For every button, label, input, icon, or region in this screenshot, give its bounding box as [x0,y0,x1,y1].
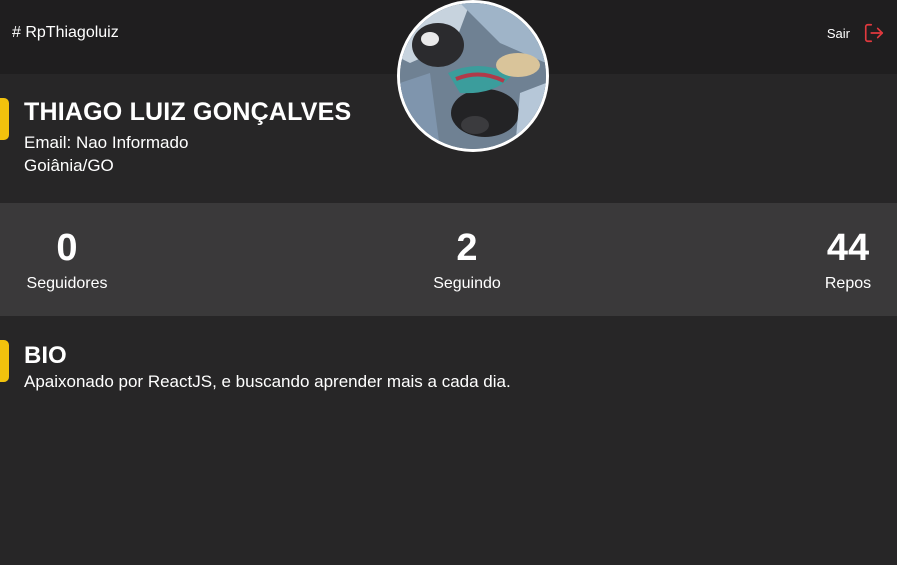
accent-bar [0,98,9,140]
stat-label: Seguindo [433,275,501,292]
username-label: # RpThiagoluiz [12,24,119,41]
stat-repos[interactable]: 44 Repos [822,227,874,293]
bio-section: BIO Apaixonado por ReactJS, e buscando a… [0,316,897,565]
stat-following[interactable]: 2 Seguindo [431,227,503,293]
profile-location: Goiânia/GO [24,156,114,175]
stat-label: Repos [824,275,872,292]
stat-value: 44 [826,227,870,269]
stat-value: 2 [456,227,478,269]
stat-followers[interactable]: 0 Seguidores [24,227,110,293]
stat-value: 0 [56,227,78,269]
stat-label: Seguidores [26,275,108,292]
profile-name: THIAGO LUIZ GONÇALVES [24,98,352,126]
profile-email: Email: Nao Informado [24,133,189,152]
accent-bar [0,340,9,382]
avatar [397,0,549,152]
bio-text: Apaixonado por ReactJS, e buscando apren… [24,372,511,391]
logout-icon[interactable] [863,22,885,44]
logout-button[interactable]: Sair [827,22,885,44]
user-avatar-photo [400,3,546,149]
bio-title: BIO [24,342,67,369]
stats-bar: 0 Seguidores 2 Seguindo 44 Repos [0,203,897,316]
logout-label[interactable]: Sair [827,26,850,41]
